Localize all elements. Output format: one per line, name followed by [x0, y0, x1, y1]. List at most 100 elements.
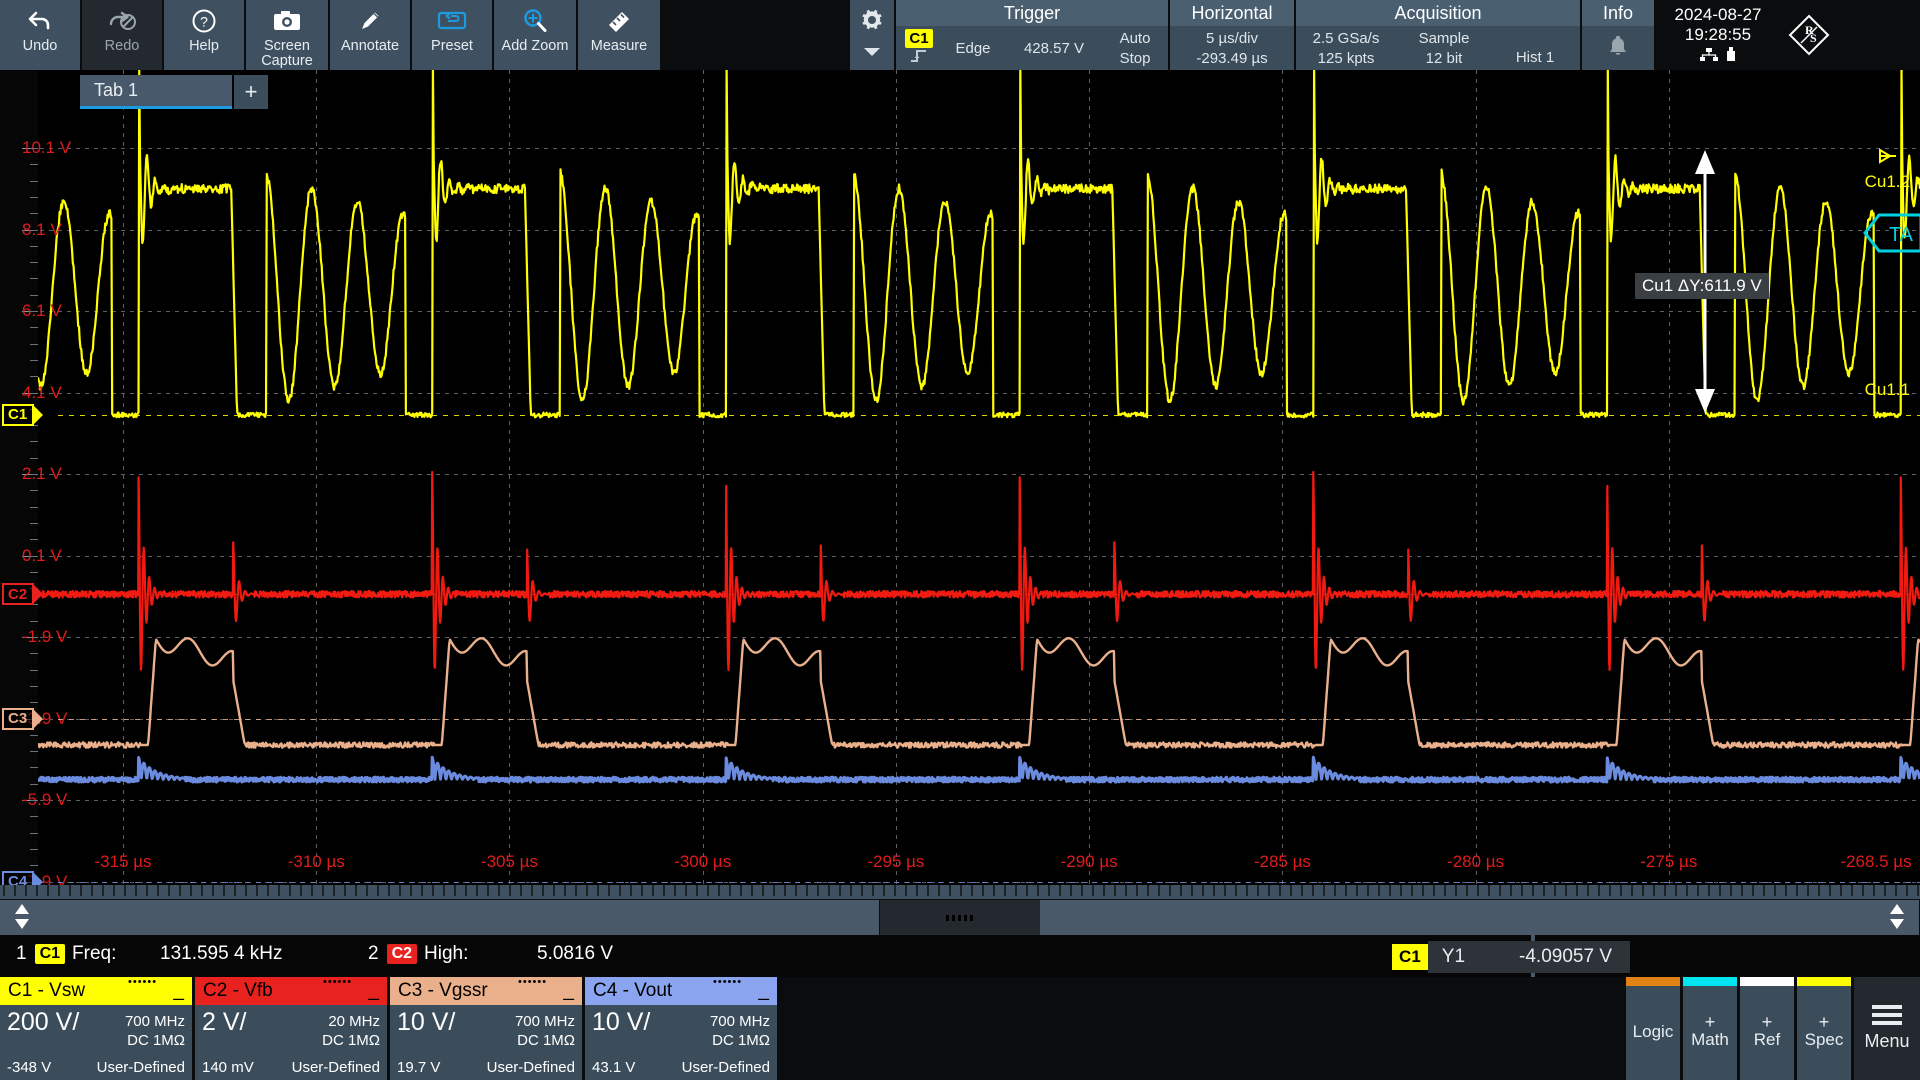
ref-button[interactable]: + Ref	[1740, 977, 1794, 1080]
tab-bar[interactable]: Tab 1 +	[80, 75, 268, 109]
horizontal-scale[interactable]: 5 µs/div	[1206, 29, 1258, 48]
strip-left-region[interactable]	[0, 900, 880, 935]
settings-column[interactable]	[850, 0, 896, 70]
marker-arrow-icon	[32, 404, 43, 426]
channel-scale-c1[interactable]: 200 V/	[7, 1008, 79, 1037]
usb-icon	[1726, 46, 1736, 66]
channel-minimize-c2[interactable]: _	[368, 980, 379, 1002]
trigger-mode[interactable]: Auto	[1120, 29, 1151, 48]
annotate-button[interactable]: Annotate	[330, 0, 412, 70]
acquisition-resolution[interactable]: 12 bit	[1426, 49, 1463, 68]
acquisition-history[interactable]: Hist 1	[1516, 48, 1554, 67]
marker-arrow-icon	[32, 583, 43, 605]
channel-minimize-c3[interactable]: _	[563, 980, 574, 1002]
channel-minimize-c1[interactable]: _	[173, 980, 184, 1002]
channel-card-c1[interactable]: •••••• C1 - Vsw _ 200 V/ 700 MHz DC 1MΩ …	[0, 977, 192, 1080]
cursor-upper-label[interactable]: Cu1.2	[1865, 172, 1910, 192]
add-zoom-button[interactable]: Add Zoom	[494, 0, 578, 70]
channel-marker-c4[interactable]: C4	[2, 871, 34, 886]
channel-marker-c1[interactable]: C1	[2, 404, 34, 426]
undo-button[interactable]: Undo	[0, 0, 82, 70]
measure-button[interactable]: Measure	[578, 0, 662, 70]
cursor-delta-readout[interactable]: Cu1 ΔY:611.9 V	[1635, 273, 1769, 299]
channel-header-c4[interactable]: •••••• C4 - Vout _	[585, 977, 777, 1005]
trigger-level[interactable]: 428.57 V	[1024, 39, 1084, 58]
math-button[interactable]: + Math	[1683, 977, 1737, 1080]
spec-label: Spec	[1805, 1030, 1844, 1050]
axis-minor-tick	[30, 653, 38, 654]
trigger-marker-badge[interactable]: TA	[1863, 212, 1920, 259]
channel-marker-c3[interactable]: C3	[2, 708, 34, 730]
x-axis-label: -300 µs	[674, 852, 731, 872]
channel-card-c3[interactable]: •••••• C3 - Vgssr _ 10 V/ 700 MHz DC 1MΩ…	[390, 977, 582, 1080]
channel-probe-c3[interactable]: User-Defined	[487, 1059, 575, 1076]
tab-diagram-1[interactable]: Tab 1	[80, 75, 232, 109]
channel-probe-c1[interactable]: User-Defined	[97, 1059, 185, 1076]
channel-probe-c4[interactable]: User-Defined	[682, 1059, 770, 1076]
measurement-value-2: 5.0816 V	[537, 943, 613, 965]
marker-arrow-icon	[32, 871, 43, 886]
channel-title-c4: C4 - Vout	[593, 980, 672, 1002]
channel-dots-icon-c4: ••••••	[713, 978, 742, 986]
waveform-trace	[38, 472, 1920, 670]
info-panel[interactable]: Info	[1582, 0, 1656, 70]
bell-icon[interactable]	[1582, 26, 1654, 70]
logic-button[interactable]: Logic	[1626, 977, 1680, 1080]
horizontal-position[interactable]: -293.49 µs	[1196, 49, 1267, 68]
preset-button[interactable]: Preset	[412, 0, 494, 70]
channel-header-c1[interactable]: •••••• C1 - Vsw _	[0, 977, 192, 1005]
cursor-readout-box[interactable]: C1 Y1 -4.09057 V	[1392, 938, 1630, 976]
menu-button[interactable]: Menu	[1854, 977, 1920, 1080]
spec-button[interactable]: + Spec	[1797, 977, 1851, 1080]
chevron-up-icon	[1889, 903, 1905, 915]
channel-header-c3[interactable]: •••••• C3 - Vgssr _	[390, 977, 582, 1005]
channel-card-c4[interactable]: •••••• C4 - Vout _ 10 V/ 700 MHz DC 1MΩ …	[585, 977, 777, 1080]
channel-card-c2[interactable]: •••••• C2 - Vfb _ 2 V/ 20 MHz DC 1MΩ 140…	[195, 977, 387, 1080]
acquisition-panel[interactable]: Acquisition 2.5 GSa/s 125 kpts Sample 12…	[1296, 0, 1582, 70]
channel-probe-c2[interactable]: User-Defined	[292, 1059, 380, 1076]
cursor-lower-label[interactable]: Cu1.1	[1865, 380, 1910, 400]
strip-left-arrows[interactable]	[14, 903, 30, 930]
trigger-state[interactable]: Stop	[1120, 49, 1151, 68]
strip-right-arrows[interactable]	[1889, 903, 1905, 930]
math-label: Math	[1691, 1030, 1729, 1050]
grip-dots-icon	[945, 913, 975, 923]
channel-header-c2[interactable]: •••••• C2 - Vfb _	[195, 977, 387, 1005]
measurement-bar[interactable]: 1 C1 Freq: 131.595 4 kHz 2 C2 High: 5.08…	[0, 935, 1920, 977]
channel-scale-c4[interactable]: 10 V/	[592, 1008, 650, 1037]
menu-label: Menu	[1864, 1031, 1909, 1052]
datetime-display: 2024-08-27 19:28:55	[1656, 0, 1780, 70]
redo-button[interactable]: Redo	[82, 0, 164, 70]
channel-offset-c1[interactable]: -348 V	[7, 1059, 51, 1076]
add-tab-button[interactable]: +	[234, 75, 268, 109]
strip-right-region[interactable]	[1040, 900, 1920, 935]
measurement-index-2: 2	[368, 943, 379, 965]
channel-scale-c2[interactable]: 2 V/	[202, 1008, 246, 1037]
help-button[interactable]: ? Help	[164, 0, 246, 70]
waveform-display[interactable]: 10.1 V 8.1 V 6.1 V 4.1 V 2.1 V 0.1 V -1.9 V -3.…	[0, 70, 1920, 885]
measurement-result-1[interactable]: 1 C1 Freq:	[16, 943, 116, 965]
channel-minimize-c4[interactable]: _	[758, 980, 769, 1002]
channel-panel[interactable]: •••••• C1 - Vsw _ 200 V/ 700 MHz DC 1MΩ …	[0, 977, 1920, 1080]
channel-scale-c3[interactable]: 10 V/	[397, 1008, 455, 1037]
strip-handle[interactable]	[880, 900, 1040, 935]
trigger-panel[interactable]: Trigger C1 Edge 428.57 V Auto Stop	[896, 0, 1170, 70]
channel-offset-c3[interactable]: 19.7 V	[397, 1059, 440, 1076]
hamburger-icon	[1872, 1005, 1902, 1025]
gear-icon[interactable]	[859, 7, 885, 38]
axis-minor-tick	[30, 311, 38, 312]
waveform-navigation-strip[interactable]	[0, 885, 1920, 935]
horizontal-panel[interactable]: Horizontal 5 µs/div -293.49 µs	[1170, 0, 1296, 70]
channel-offset-c2[interactable]: 140 mV	[202, 1059, 254, 1076]
chevron-down-icon[interactable]	[862, 45, 882, 63]
channel-offset-c4[interactable]: 43.1 V	[592, 1059, 635, 1076]
axis-minor-tick	[30, 213, 38, 214]
measurement-value-1: 131.595 4 kHz	[160, 943, 283, 965]
trigger-source[interactable]: C1	[905, 29, 932, 48]
trigger-type[interactable]: Edge	[955, 39, 990, 58]
acquisition-mode[interactable]: Sample	[1419, 29, 1470, 48]
screen-capture-button[interactable]: Screen Capture	[246, 0, 330, 70]
info-title: Info	[1582, 0, 1654, 26]
channel-marker-c2[interactable]: C2	[2, 583, 34, 605]
measurement-result-2[interactable]: 2 C2 High:	[368, 943, 468, 965]
